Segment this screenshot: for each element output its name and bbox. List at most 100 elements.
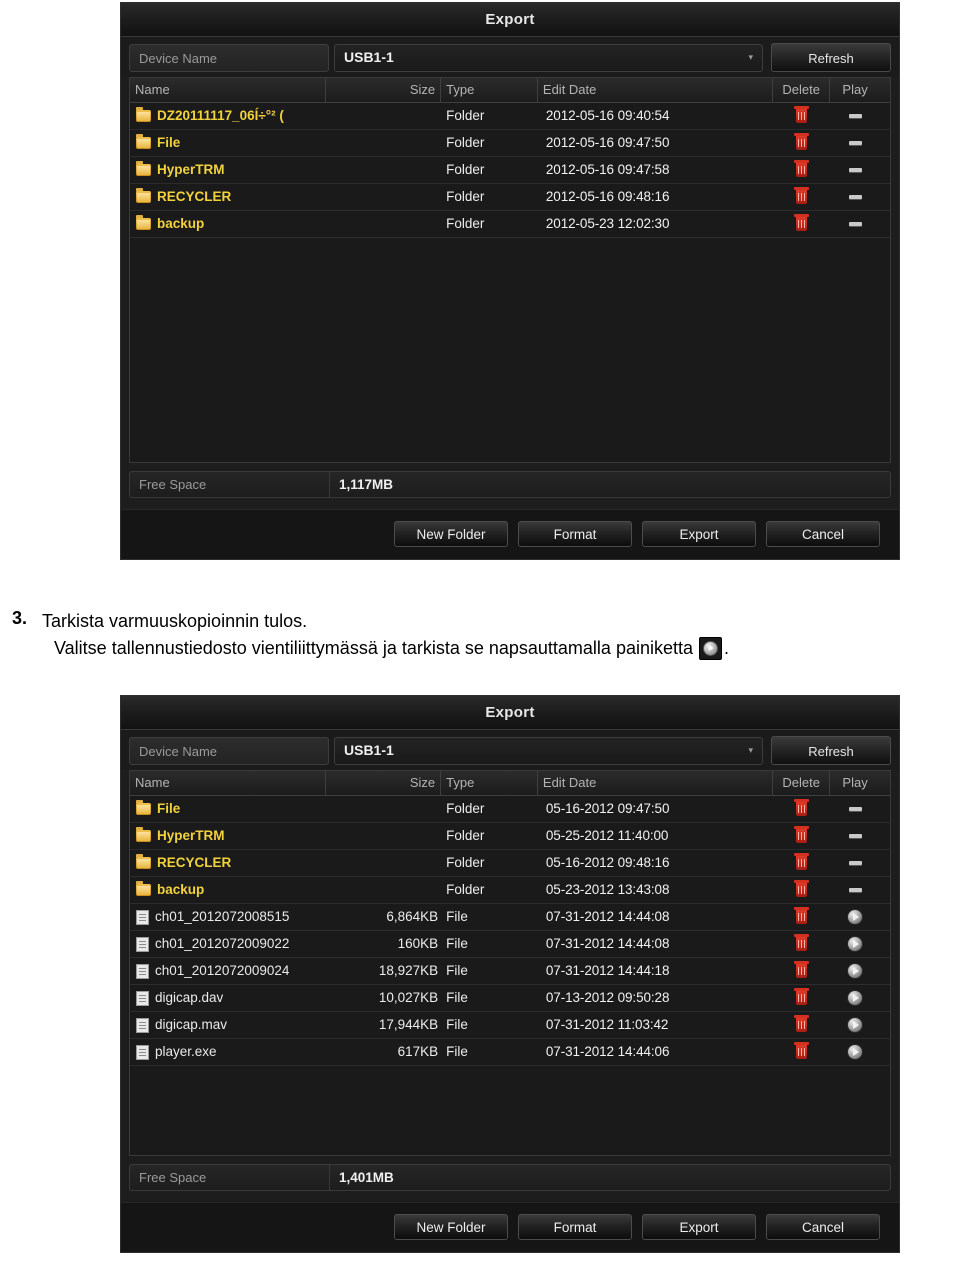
- delete-button[interactable]: [773, 1012, 830, 1038]
- trash-icon[interactable]: [794, 961, 810, 978]
- play-icon[interactable]: [847, 909, 864, 925]
- delete-button[interactable]: [773, 796, 830, 822]
- table-row[interactable]: ch01_2012072009022 160KB File 07-31-2012 14…: [130, 931, 890, 958]
- play-icon[interactable]: [847, 990, 864, 1006]
- delete-button[interactable]: [773, 985, 830, 1011]
- format-button[interactable]: Format: [518, 521, 632, 547]
- delete-button[interactable]: [773, 931, 830, 957]
- table-row[interactable]: RECYCLER Folder 05-16-2012 09:48:16: [130, 850, 890, 877]
- cell-pad: [880, 796, 890, 822]
- table-row[interactable]: digicap.dav 10,027KB File 07-13-2012 09:50:…: [130, 985, 890, 1012]
- column-header-play[interactable]: Play: [830, 78, 880, 102]
- table-row[interactable]: digicap.mav 17,944KB File 07-31-2012 11:03:…: [130, 1012, 890, 1039]
- trash-icon[interactable]: [794, 1015, 810, 1032]
- table-row[interactable]: File Folder 05-16-2012 09:47:50: [130, 796, 890, 823]
- play-disabled: [830, 877, 880, 903]
- trash-icon[interactable]: [794, 187, 810, 204]
- dash-icon: [848, 195, 862, 199]
- play-button[interactable]: [830, 1039, 880, 1065]
- play-icon[interactable]: [847, 963, 864, 979]
- dash-icon: [848, 114, 862, 118]
- delete-button[interactable]: [773, 211, 830, 237]
- device-name-select[interactable]: USB1-1 ▾: [334, 736, 763, 765]
- table-row[interactable]: HyperTRM Folder 2012-05-16 09:47:58: [130, 157, 890, 184]
- export-dialog-1: Export Device Name USB1-1 ▾ Refresh Name…: [120, 2, 900, 560]
- column-header-name[interactable]: Name: [130, 78, 327, 102]
- play-disabled: [830, 796, 880, 822]
- delete-button[interactable]: [773, 850, 830, 876]
- trash-icon[interactable]: [794, 853, 810, 870]
- column-header-delete[interactable]: Delete: [773, 78, 831, 102]
- table-row[interactable]: backup Folder 05-23-2012 13:43:08: [130, 877, 890, 904]
- delete-button[interactable]: [773, 130, 830, 156]
- table-header: Name Size Type Edit Date Delete Play: [130, 78, 890, 103]
- delete-button[interactable]: [773, 184, 830, 210]
- column-header-size[interactable]: Size: [326, 78, 442, 102]
- cell-name: digicap.mav: [130, 1012, 326, 1038]
- device-row: Device Name USB1-1 ▾ Refresh: [121, 730, 899, 770]
- trash-icon[interactable]: [794, 133, 810, 150]
- trash-icon[interactable]: [794, 799, 810, 816]
- play-button[interactable]: [830, 931, 880, 957]
- trash-icon[interactable]: [794, 214, 810, 231]
- column-header-type[interactable]: Type: [441, 771, 538, 795]
- column-header-play[interactable]: Play: [830, 771, 880, 795]
- refresh-button[interactable]: Refresh: [771, 736, 891, 765]
- table-row[interactable]: DZ20111117_06Í÷°² (Folder 2012-05-16 09:4…: [130, 103, 890, 130]
- new-folder-button[interactable]: New Folder: [394, 521, 508, 547]
- play-icon[interactable]: [847, 1044, 864, 1060]
- play-button[interactable]: [830, 985, 880, 1011]
- trash-icon[interactable]: [794, 907, 810, 924]
- export-button[interactable]: Export: [642, 1214, 756, 1240]
- play-button[interactable]: [830, 958, 880, 984]
- new-folder-button[interactable]: New Folder: [394, 1214, 508, 1240]
- cell-size: [326, 823, 441, 849]
- column-header-type[interactable]: Type: [441, 78, 538, 102]
- delete-button[interactable]: [773, 904, 830, 930]
- table-row[interactable]: ch01_2012072008515 6,864KB File 07-31-2012 …: [130, 904, 890, 931]
- play-icon[interactable]: [847, 936, 864, 952]
- column-header-edit-date[interactable]: Edit Date: [538, 78, 774, 102]
- trash-icon[interactable]: [794, 880, 810, 897]
- cell-size: [326, 211, 441, 237]
- column-header-delete[interactable]: Delete: [773, 771, 831, 795]
- delete-button[interactable]: [773, 157, 830, 183]
- play-icon[interactable]: [847, 1017, 864, 1033]
- refresh-button[interactable]: Refresh: [771, 43, 891, 72]
- delete-button[interactable]: [773, 103, 830, 129]
- column-header-name[interactable]: Name: [130, 771, 327, 795]
- table-row[interactable]: backup Folder 2012-05-23 12:02:30: [130, 211, 890, 238]
- table-row[interactable]: ch01_2012072009024 18,927KB File 07-31-2012…: [130, 958, 890, 985]
- trash-icon[interactable]: [794, 160, 810, 177]
- trash-icon[interactable]: [794, 826, 810, 843]
- cell-edit-date: 07-13-2012 09:50:28: [545, 990, 670, 1005]
- play-button[interactable]: [830, 904, 880, 930]
- table-row[interactable]: HyperTRM Folder 05-25-2012 11:40:00: [130, 823, 890, 850]
- cell-edit-date: 05-23-2012 13:43:08: [545, 882, 670, 897]
- export-button[interactable]: Export: [642, 521, 756, 547]
- column-header-size[interactable]: Size: [326, 771, 442, 795]
- table-row[interactable]: player.exe 617KB File 07-31-2012 14:44:06: [130, 1039, 890, 1066]
- file-name-label: HyperTRM: [157, 162, 225, 177]
- instruction-line-2: Valitse tallennustiedosto vientiliittymä…: [0, 634, 960, 662]
- format-button[interactable]: Format: [518, 1214, 632, 1240]
- trash-icon[interactable]: [794, 934, 810, 951]
- play-button[interactable]: [830, 1012, 880, 1038]
- cancel-button[interactable]: Cancel: [766, 521, 880, 547]
- trash-icon[interactable]: [794, 988, 810, 1005]
- column-header-edit-date[interactable]: Edit Date: [538, 771, 774, 795]
- table-row[interactable]: File Folder 2012-05-16 09:47:50: [130, 130, 890, 157]
- cell-edit-date: 07-31-2012 14:44:06: [545, 1044, 670, 1059]
- delete-button[interactable]: [773, 958, 830, 984]
- trash-icon[interactable]: [794, 1042, 810, 1059]
- cell-name: ch01_2012072008515: [130, 904, 326, 930]
- delete-button[interactable]: [773, 823, 830, 849]
- delete-button[interactable]: [773, 877, 830, 903]
- device-name-select[interactable]: USB1-1 ▾: [334, 43, 763, 72]
- device-row: Device Name USB1-1 ▾ Refresh: [121, 37, 899, 77]
- delete-button[interactable]: [773, 1039, 830, 1065]
- trash-icon[interactable]: [794, 106, 810, 123]
- table-row[interactable]: RECYCLER Folder 2012-05-16 09:48:16: [130, 184, 890, 211]
- cancel-button[interactable]: Cancel: [766, 1214, 880, 1240]
- instruction-text-2: Valitse tallennustiedosto vientiliittymä…: [54, 638, 693, 658]
